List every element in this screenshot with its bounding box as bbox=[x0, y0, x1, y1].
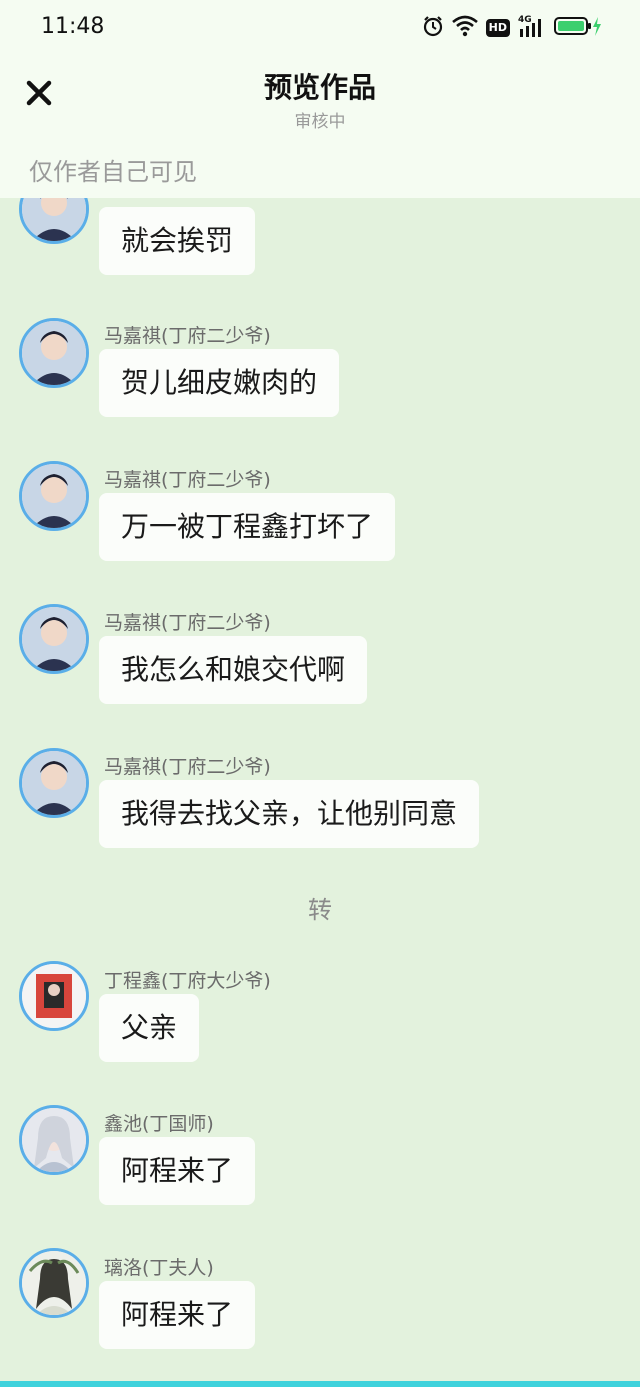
page-title: 预览作品 bbox=[263, 71, 376, 104]
status-time: 11:48 bbox=[41, 14, 105, 39]
sender-name: 丁程鑫(丁府大少爷) bbox=[104, 970, 271, 992]
avatar[interactable] bbox=[19, 1248, 89, 1318]
avatar[interactable] bbox=[19, 1105, 89, 1175]
scene-break: 转 bbox=[308, 896, 332, 924]
message-bubble[interactable]: 贺儿细皮嫩肉的 bbox=[99, 349, 340, 417]
sender-name: 璃洛(丁夫人) bbox=[104, 1257, 214, 1279]
battery-icon bbox=[554, 15, 602, 41]
message-bubble[interactable]: 我怎么和娘交代啊 bbox=[99, 636, 368, 704]
message-bubble[interactable]: 阿程来了 bbox=[99, 1137, 256, 1205]
message-bubble[interactable]: 就会挨罚 bbox=[99, 207, 256, 275]
hd-icon: HD bbox=[485, 19, 510, 37]
avatar[interactable] bbox=[19, 461, 89, 531]
review-status: 审核中 bbox=[294, 112, 346, 132]
wifi-icon bbox=[451, 15, 478, 41]
status-icons: HD 4G bbox=[422, 15, 602, 41]
message-bubble[interactable]: 阿程来了 bbox=[99, 1281, 256, 1349]
sender-name: 马嘉祺(丁府二少爷) bbox=[104, 612, 271, 634]
sender-name: 马嘉祺(丁府二少爷) bbox=[104, 469, 271, 491]
avatar[interactable] bbox=[19, 748, 89, 818]
sender-name: 马嘉祺(丁府二少爷) bbox=[104, 756, 271, 778]
top-header: 11:48 HD 4G 预览作品 审核中 仅作者自己可见 bbox=[0, 0, 640, 198]
message-bubble[interactable]: 我得去找父亲，让他别同意 bbox=[99, 780, 480, 848]
sender-name: 马嘉祺(丁府二少爷) bbox=[104, 325, 271, 347]
avatar[interactable] bbox=[19, 961, 89, 1031]
bottom-progress-strip bbox=[0, 1381, 640, 1387]
signal-icon: 4G bbox=[518, 15, 546, 39]
visibility-note: 仅作者自己可见 bbox=[29, 158, 197, 186]
message-bubble[interactable]: 父亲 bbox=[99, 994, 200, 1062]
status-bar: 11:48 HD 4G bbox=[0, 0, 640, 56]
nav-bar: 预览作品 审核中 bbox=[0, 56, 640, 140]
message-bubble[interactable]: 万一被丁程鑫打坏了 bbox=[99, 493, 396, 561]
alarm-icon bbox=[422, 15, 444, 41]
avatar[interactable] bbox=[19, 604, 89, 674]
sender-name: 鑫池(丁国师) bbox=[104, 1113, 214, 1135]
avatar[interactable] bbox=[19, 318, 89, 388]
